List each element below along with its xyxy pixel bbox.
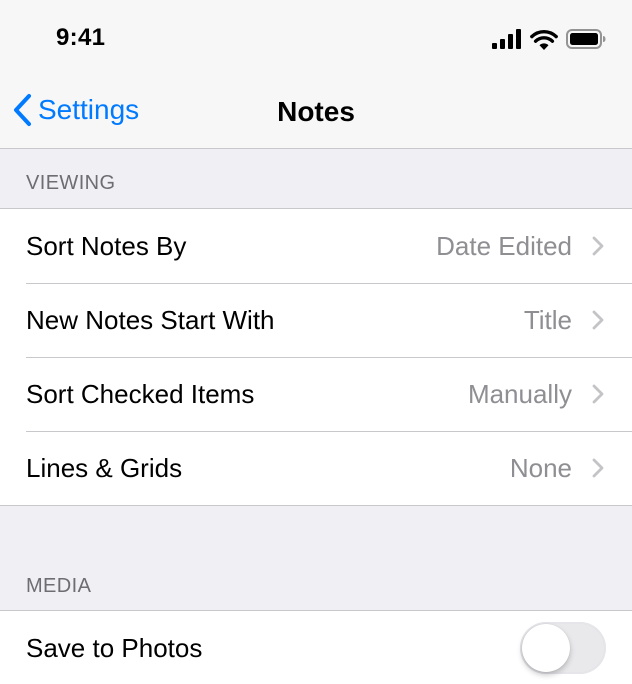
save-to-photos-row: Save to Photos xyxy=(0,611,632,684)
chevron-right-icon xyxy=(592,236,604,256)
chevron-right-icon xyxy=(592,384,604,404)
toggle-knob xyxy=(522,624,570,672)
row-label: Save to Photos xyxy=(26,632,203,663)
new-notes-start-with-row[interactable]: New Notes Start With Title xyxy=(0,283,632,357)
sort-notes-by-row[interactable]: Sort Notes By Date Edited xyxy=(0,209,632,283)
chevron-right-icon xyxy=(592,310,604,330)
notes-settings-screen: 9:41 Settings Notes VIEWING Sort Notes B… xyxy=(0,0,632,684)
row-value: None xyxy=(509,452,572,483)
status-icons xyxy=(492,28,606,50)
status-time: 9:41 xyxy=(56,24,106,51)
cellular-signal-icon xyxy=(492,29,521,49)
row-label: Sort Notes By xyxy=(26,230,187,261)
section-header-media: MEDIA xyxy=(26,575,92,597)
row-label: New Notes Start With xyxy=(26,304,275,335)
media-group: Save to Photos xyxy=(0,610,632,684)
status-bar: 9:41 xyxy=(0,0,632,72)
navigation-bar: Settings Notes xyxy=(0,72,632,149)
row-label: Sort Checked Items xyxy=(26,378,255,409)
battery-icon xyxy=(566,29,606,49)
row-value: Title xyxy=(523,304,572,335)
chevron-right-icon xyxy=(592,458,604,478)
row-value: Date Edited xyxy=(436,230,572,261)
lines-and-grids-row[interactable]: Lines & Grids None xyxy=(0,431,632,505)
row-value: Manually xyxy=(467,378,572,409)
page-title: Notes xyxy=(277,96,355,127)
viewing-group: Sort Notes By Date Edited New Notes Star… xyxy=(0,208,632,506)
save-to-photos-toggle[interactable] xyxy=(520,622,606,674)
wifi-icon xyxy=(530,29,558,50)
row-label: Lines & Grids xyxy=(26,452,183,483)
sort-checked-items-row[interactable]: Sort Checked Items Manually xyxy=(0,357,632,431)
section-header-viewing: VIEWING xyxy=(26,172,116,194)
